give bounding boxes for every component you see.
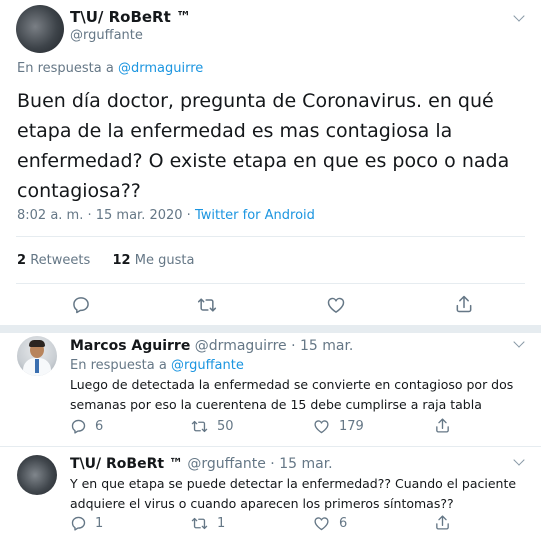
likes-label[interactable]: Me gusta [135, 253, 195, 268]
like-icon[interactable] [313, 515, 330, 532]
retweet-icon[interactable] [196, 295, 218, 315]
share-icon[interactable] [434, 514, 451, 531]
author-avatar[interactable] [16, 5, 64, 53]
reply-icon[interactable] [70, 515, 87, 532]
tweet-source[interactable]: Twitter for Android [195, 208, 315, 223]
reply-handle-date[interactable]: @drmaguirre · 15 mar. [195, 338, 354, 354]
reply-count: 6 [95, 419, 104, 434]
reply-text-line: Luego de detectada la enfermedad se conv… [70, 377, 514, 392]
chevron-down-icon[interactable] [513, 10, 525, 22]
tweet-text-line: Buen día doctor, pregunta de Coronavirus… [17, 90, 494, 112]
reply-text-line: adquiere el virus o cuando aparecen los … [70, 496, 454, 511]
divider [16, 283, 525, 284]
reply-author-name[interactable]: Marcos Aguirre [70, 338, 190, 354]
reply-header: Marcos Aguirre @drmaguirre · 15 mar. [70, 338, 353, 354]
author-name[interactable]: T\U/ RoBeRt ™ [70, 8, 191, 26]
divider [16, 236, 525, 237]
reply-text-line: Y en que etapa se puede detectar la enfe… [70, 476, 517, 491]
retweets-count[interactable]: 2 [17, 253, 26, 268]
reply-avatar[interactable] [17, 455, 57, 495]
retweet-count: 50 [217, 419, 234, 434]
like-icon[interactable] [313, 418, 330, 435]
retweets-label[interactable]: Retweets [30, 253, 90, 268]
tweet-text-line: enfermedad? O existe etapa en que es poc… [17, 150, 510, 172]
reply-count: 1 [95, 516, 104, 531]
reply-icon[interactable] [70, 418, 87, 435]
tweet-text-line: etapa de la enfermedad es mas contagiosa… [17, 120, 453, 142]
reply-author-name[interactable]: T\U/ RoBeRt ™ [70, 456, 183, 472]
retweet-icon[interactable] [190, 418, 209, 435]
tweet-text-line: contagiosa?? [17, 180, 141, 202]
like-count: 6 [339, 516, 348, 531]
reply-avatar[interactable] [17, 336, 57, 376]
reply-prefix: En respuesta a [70, 358, 167, 373]
likes-count[interactable]: 12 [113, 253, 131, 268]
retweet-count: 1 [217, 516, 226, 531]
tweet-text: Buen día doctor, pregunta de Coronavirus… [17, 86, 509, 206]
tweet-timestamp[interactable]: 8:02 a. m. · 15 mar. 2020 · [17, 208, 195, 223]
share-icon[interactable] [434, 417, 451, 434]
like-icon[interactable] [326, 295, 346, 315]
reply-text: Luego de detectada la enfermedad se conv… [70, 375, 513, 415]
divider [0, 446, 541, 447]
reply-header: T\U/ RoBeRt ™ @rguffante · 15 mar. [70, 456, 333, 472]
reply-to-link[interactable]: @drmaguirre [118, 61, 203, 76]
chevron-down-icon[interactable] [513, 454, 525, 466]
reply-context: En respuesta a @rguffante [70, 358, 244, 373]
reply-handle-date[interactable]: @rguffante · 15 mar. [187, 456, 332, 472]
reply-text-line: semanas por eso la cuerentena de 15 debe… [70, 397, 482, 412]
reply-to-link[interactable]: @rguffante [171, 358, 244, 373]
reply-text: Y en que etapa se puede detectar la enfe… [70, 474, 516, 514]
share-icon[interactable] [454, 294, 474, 314]
tweet-meta: 8:02 a. m. · 15 mar. 2020 · Twitter for … [17, 208, 315, 223]
like-count: 179 [339, 419, 364, 434]
reply-context: En respuesta a @drmaguirre [17, 61, 203, 76]
retweet-icon[interactable] [190, 515, 209, 532]
chevron-down-icon[interactable] [513, 336, 525, 348]
tweet-stats: 2 Retweets 12 Me gusta [17, 253, 194, 268]
reply-icon[interactable] [71, 295, 91, 315]
section-separator [0, 325, 541, 333]
author-handle[interactable]: @rguffante [70, 28, 143, 43]
reply-prefix: En respuesta a [17, 61, 114, 76]
